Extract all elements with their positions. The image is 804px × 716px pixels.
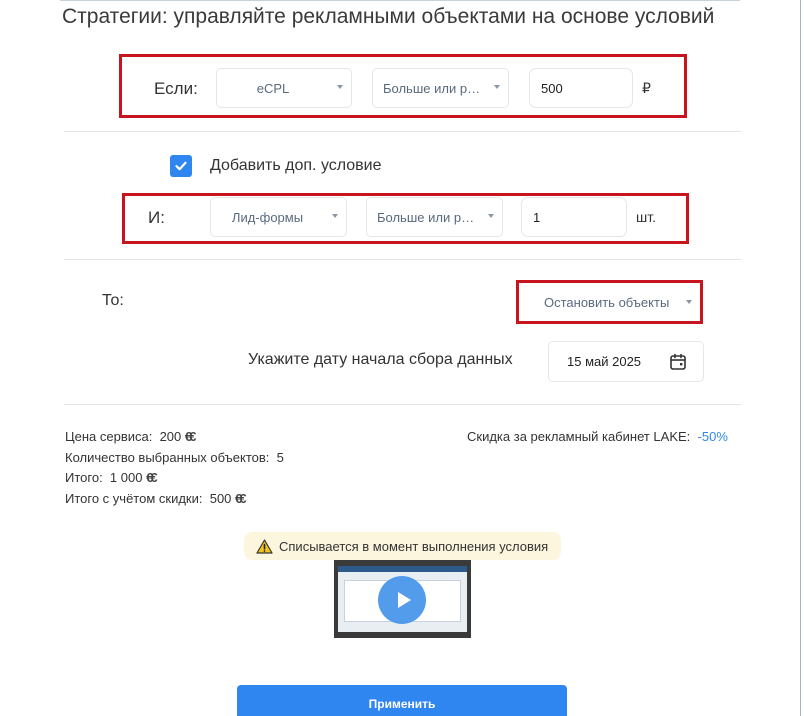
chevron-down-icon	[488, 214, 494, 218]
if-metric-select[interactable]: eCPL	[216, 68, 352, 108]
calendar-icon[interactable]	[669, 353, 687, 371]
and-operator-value: Больше или рав...	[377, 209, 480, 225]
scroll-edge	[800, 0, 801, 716]
if-metric-value: eCPL	[256, 80, 290, 96]
if-operator-value: Больше или рав...	[383, 80, 486, 96]
if-unit: ₽	[642, 80, 651, 96]
currency-icon: €€	[184, 429, 197, 444]
start-date-input[interactable]: 15 май 2025	[548, 341, 704, 382]
if-value-input[interactable]: 500	[529, 68, 633, 108]
and-metric-select[interactable]: Лид-формы	[210, 197, 347, 237]
discount: Скидка за рекламный кабинет LAKE: -50%	[467, 429, 728, 444]
start-date-value: 15 май 2025	[567, 354, 642, 369]
chevron-down-icon	[332, 214, 338, 218]
objects-count: Количество выбранных объектов: 5	[65, 450, 284, 465]
total: Итого: 1 000 €€	[65, 470, 158, 485]
play-icon	[397, 592, 411, 608]
currency-icon: €€	[235, 491, 247, 506]
total-label: Итого:	[65, 470, 103, 485]
discount-label: Скидка за рекламный кабинет LAKE:	[467, 429, 691, 444]
objects-count-value: 5	[276, 450, 284, 465]
divider	[64, 131, 741, 132]
then-label: То:	[102, 292, 124, 309]
total-discount-value: 500	[209, 491, 232, 506]
currency-icon: €€	[146, 470, 158, 485]
and-unit: шт.	[636, 209, 656, 225]
and-metric-value: Лид-формы	[231, 209, 304, 225]
action-select[interactable]: Остановить объекты	[530, 284, 700, 320]
divider	[64, 404, 741, 405]
start-date-label: Укажите дату начала сбора данных	[248, 351, 513, 368]
if-operator-select[interactable]: Больше или рав...	[372, 68, 509, 108]
discount-value: -50%	[697, 429, 728, 444]
chevron-down-icon	[494, 85, 500, 89]
service-price-value: 200	[159, 429, 182, 444]
apply-button[interactable]: Применить	[237, 685, 567, 716]
service-price: Цена сервиса: 200 €€	[65, 429, 197, 444]
tutorial-video[interactable]	[334, 560, 471, 638]
objects-count-label: Количество выбранных объектов:	[65, 450, 270, 465]
total-with-discount: Итого с учётом скидки: 500 €€	[65, 491, 247, 506]
video-thumbnail-toolbar	[338, 566, 467, 572]
top-border	[60, 0, 740, 1]
chevron-down-icon	[686, 300, 692, 304]
action-value: Остановить объекты	[544, 294, 670, 310]
and-operator-select[interactable]: Больше или рав...	[366, 197, 503, 237]
warning-icon	[256, 538, 273, 554]
checkmark-icon	[175, 161, 187, 171]
total-value: 1 000	[109, 470, 143, 485]
divider	[64, 259, 741, 260]
add-condition-label: Добавить доп. условие	[210, 157, 382, 174]
page-title: Стратегии: управляйте рекламными объекта…	[62, 5, 715, 28]
service-price-label: Цена сервиса:	[65, 429, 153, 444]
warning-banner: Списывается в момент выполнения условия	[244, 532, 561, 560]
chevron-down-icon	[337, 85, 343, 89]
total-discount-label: Итого с учётом скидки:	[65, 491, 203, 506]
and-label: И:	[148, 208, 165, 227]
if-label: Если:	[154, 79, 198, 98]
add-condition-checkbox[interactable]	[170, 155, 192, 177]
and-value-input[interactable]: 1	[521, 197, 627, 237]
play-button[interactable]	[378, 576, 426, 624]
warning-text: Списывается в момент выполнения условия	[279, 538, 549, 554]
